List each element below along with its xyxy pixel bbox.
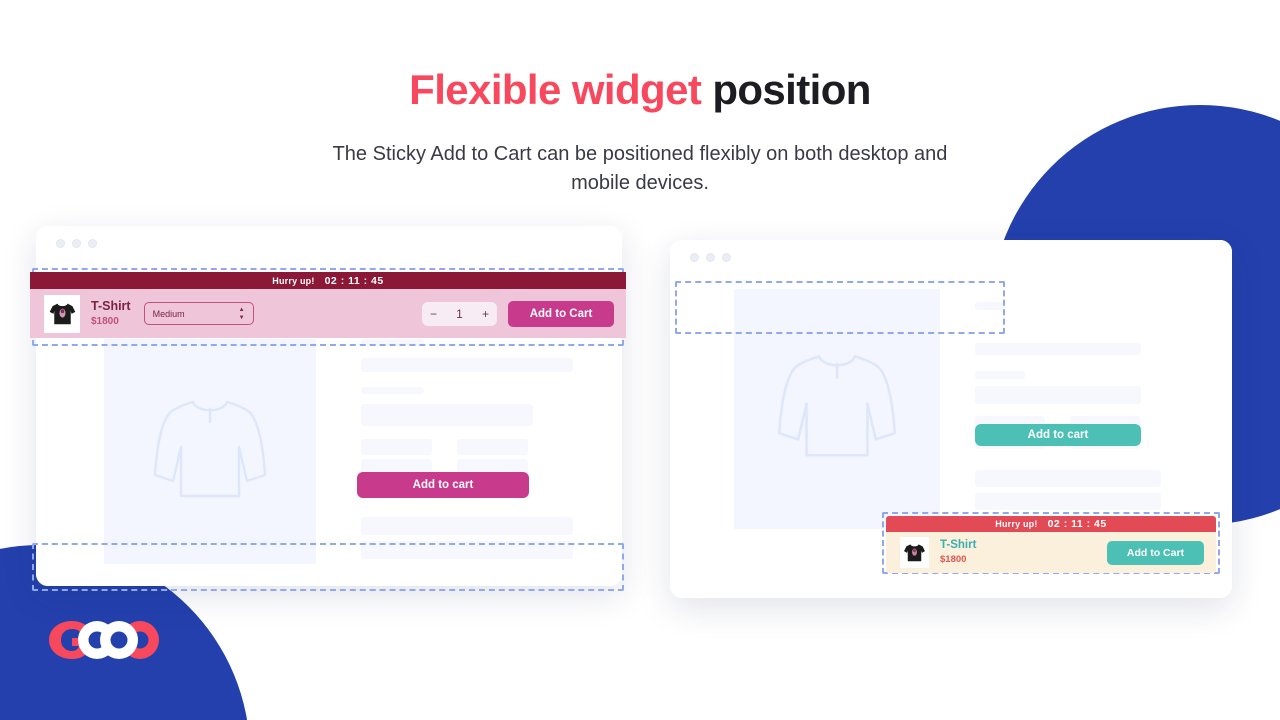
window-dot-maximize-icon[interactable] — [722, 252, 731, 262]
skeleton-line — [361, 358, 573, 372]
quantity-decrement-button[interactable]: − — [430, 307, 437, 321]
sticky-bar-body-right: T-Shirt $1800 Add to Cart — [886, 532, 1216, 573]
page-title-accent: Flexible widget — [409, 66, 702, 113]
quantity-value: 1 — [456, 306, 463, 321]
brand-logo — [42, 617, 170, 663]
skeleton-block — [361, 439, 432, 455]
page-add-to-cart-button[interactable]: Add to cart — [975, 424, 1141, 446]
window-dot-minimize-icon[interactable] — [72, 238, 81, 248]
page-title: Flexible widget position — [0, 66, 1280, 114]
quantity-increment-button[interactable]: + — [482, 307, 489, 321]
page-title-rest: position — [712, 66, 871, 113]
product-price: $1800 — [91, 316, 119, 328]
product-thumbnail — [900, 537, 929, 568]
product-info-right: T-Shirt $1800 — [940, 539, 976, 565]
browser-chrome-right — [670, 240, 1232, 274]
sticky-add-to-cart-button[interactable]: Add to Cart — [1107, 540, 1204, 565]
variant-select[interactable]: Medium ▲ ▼ — [143, 302, 254, 325]
countdown-timer: 02 : 11 : 45 — [324, 274, 384, 287]
chevron-updown-icon: ▲ ▼ — [238, 306, 245, 321]
black-tshirt-image — [45, 297, 79, 330]
product-price: $1800 — [940, 554, 967, 566]
tshirt-outline-icon — [777, 355, 897, 457]
product-image-placeholder-right — [734, 289, 940, 529]
skeleton-block — [457, 439, 528, 455]
skeleton-block — [975, 470, 1161, 487]
product-name: T-Shirt — [940, 539, 977, 552]
browser-window-left: Add to cart Hurry up! 02 : 11 : 45 T-Shi… — [30, 226, 626, 591]
product-name: T-Shirt — [91, 298, 131, 313]
sticky-add-to-cart-bar-desktop: Hurry up! 02 : 11 : 45 T-Shirt $1800 Med… — [30, 272, 626, 338]
sticky-add-to-cart-bar-mobile: Hurry up! 02 : 11 : 45 T-Shirt $1800 Add… — [886, 516, 1216, 573]
page-add-to-cart-button[interactable]: Add to cart — [357, 472, 529, 498]
sticky-add-to-cart-button[interactable]: Add to Cart — [508, 300, 614, 327]
quantity-stepper[interactable]: − 1 + — [422, 301, 497, 326]
skeleton-line — [361, 339, 424, 346]
mobile-browser-mockup: Add to cart Hurry up! 02 : 11 : 45 T-Shi… — [670, 240, 1232, 598]
product-info-left: T-Shirt $1800 — [91, 298, 131, 328]
countdown-strip-left: Hurry up! 02 : 11 : 45 — [30, 272, 626, 289]
tshirt-outline-icon — [153, 400, 267, 497]
variant-select-value: Medium — [152, 308, 185, 319]
slide-canvas: Flexible widget position The Sticky Add … — [0, 0, 1280, 720]
countdown-label: Hurry up! — [995, 519, 1038, 529]
skeleton-line — [975, 302, 1005, 310]
skeleton-block — [361, 541, 573, 559]
window-dot-close-icon[interactable] — [56, 238, 65, 248]
skeleton-block — [361, 517, 573, 535]
window-dot-maximize-icon[interactable] — [88, 238, 97, 248]
black-tshirt-image — [901, 539, 928, 566]
window-dot-minimize-icon[interactable] — [706, 252, 715, 262]
gooo-logo-icon — [49, 621, 159, 659]
product-thumbnail — [44, 294, 80, 333]
countdown-strip-right: Hurry up! 02 : 11 : 45 — [886, 516, 1216, 532]
browser-window-right: Add to cart Hurry up! 02 : 11 : 45 T-Shi… — [670, 240, 1232, 598]
countdown-timer: 02 : 11 : 45 — [1047, 518, 1107, 530]
skeleton-block — [361, 404, 533, 426]
skeleton-block — [975, 493, 1161, 510]
skeleton-line — [975, 343, 1141, 355]
product-image-placeholder-left — [104, 339, 316, 564]
skeleton-block — [975, 386, 1141, 404]
browser-chrome-left — [36, 226, 622, 260]
page-subtitle: The Sticky Add to Cart can be positioned… — [332, 143, 948, 194]
sticky-bar-body-left: T-Shirt $1800 Medium ▲ ▼ − 1 + Add to Ca… — [30, 289, 626, 338]
skeleton-line — [975, 371, 1025, 379]
skeleton-line — [361, 387, 424, 394]
desktop-browser-mockup: Add to cart Hurry up! 02 : 11 : 45 T-Shi… — [30, 226, 626, 591]
window-dot-close-icon[interactable] — [690, 252, 699, 262]
countdown-label: Hurry up! — [272, 275, 315, 286]
